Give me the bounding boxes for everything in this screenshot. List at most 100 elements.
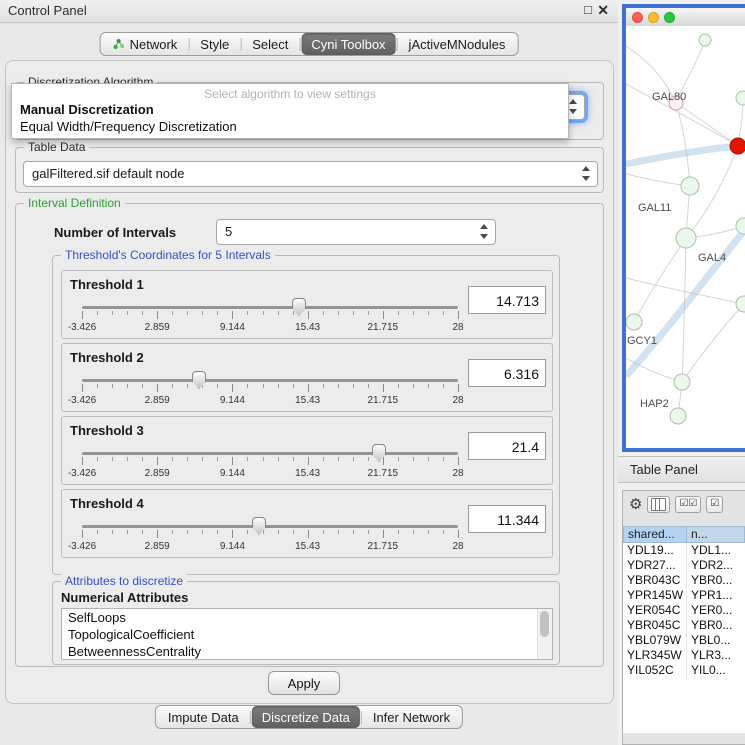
select-all-button[interactable]: ☑☑ xyxy=(675,496,701,513)
tab-label: Cyni Toolbox xyxy=(311,37,385,52)
cell-shared-name: YBR045C xyxy=(623,618,687,633)
tab-separator xyxy=(299,38,300,51)
network-node[interactable] xyxy=(730,138,745,154)
table-row[interactable]: YBR043CYBR0... xyxy=(623,573,745,588)
table-row[interactable]: YDR27...YDR2... xyxy=(623,558,745,573)
scale-label: 2.859 xyxy=(145,395,170,406)
table-row[interactable]: YLR345WYLR3... xyxy=(623,648,745,663)
attribute-list-item[interactable]: TopologicalCoefficient xyxy=(62,626,552,643)
scale-label: 9.144 xyxy=(220,395,245,406)
apply-button[interactable]: Apply xyxy=(268,671,340,695)
slider-track[interactable] xyxy=(82,379,458,382)
combo-stepper-icon[interactable] xyxy=(477,223,492,240)
threshold-value-field[interactable]: 6.316 xyxy=(468,359,546,387)
mac-zoom-button[interactable] xyxy=(664,12,675,23)
cell-name: YER0... xyxy=(687,603,745,618)
numerical-attributes-heading: Numerical Attributes xyxy=(61,590,188,605)
tab-label: Infer Network xyxy=(373,710,450,725)
table-panel-titlebar: Table Panel xyxy=(618,456,745,483)
network-node[interactable] xyxy=(674,374,690,390)
number-of-intervals-value: 5 xyxy=(225,224,232,239)
network-node[interactable] xyxy=(670,408,686,424)
number-of-intervals-combobox[interactable]: 5 xyxy=(216,219,496,245)
table-row[interactable]: YBR045CYBR0... xyxy=(623,618,745,633)
cell-name: YIL0... xyxy=(687,663,745,678)
threshold-panel-3: Threshold 3-3.4262.8599.14415.4321.71528… xyxy=(61,416,553,485)
tab-network[interactable]: Network xyxy=(103,33,188,55)
network-thick-edge xyxy=(626,146,738,164)
table-row[interactable]: YPR145WYPR1... xyxy=(623,588,745,603)
cell-shared-name: YDR27... xyxy=(623,558,687,573)
float-window-icon[interactable]: □ xyxy=(584,2,592,17)
threshold-value-field[interactable]: 21.4 xyxy=(468,432,546,460)
dropdown-option-manual-discretization[interactable]: Manual Discretization xyxy=(12,101,568,118)
network-node[interactable] xyxy=(699,34,711,46)
network-node[interactable] xyxy=(626,314,642,330)
tab-select[interactable]: Select xyxy=(242,33,298,55)
cell-shared-name: YPR145W xyxy=(623,588,687,603)
table-data-combobox[interactable]: galFiltered.sif default node xyxy=(23,161,598,187)
mac-minimize-button[interactable] xyxy=(648,12,659,23)
mac-close-button[interactable] xyxy=(632,12,643,23)
slider-ticks xyxy=(82,530,458,540)
table-row[interactable]: YER054CYER0... xyxy=(623,603,745,618)
algorithm-dropdown-popup: Select algorithm to view settings Manual… xyxy=(11,83,569,139)
combo-stepper-icon[interactable] xyxy=(579,165,594,182)
slider-track[interactable] xyxy=(82,525,458,528)
threshold-slider[interactable]: -3.4262.8599.14415.4321.71528 xyxy=(82,443,458,483)
interval-definition-title: Interval Definition xyxy=(24,196,125,210)
column-header-shared-name[interactable]: shared... xyxy=(623,526,687,543)
attribute-list-item[interactable]: SelfLoops xyxy=(62,609,552,626)
threshold-value-field[interactable]: 11.344 xyxy=(468,505,546,533)
tab-style[interactable]: Style xyxy=(190,33,239,55)
tab-label: Select xyxy=(252,37,288,52)
threshold-panel-4: Threshold 4-3.4262.8599.14415.4321.71528… xyxy=(61,489,553,558)
network-node[interactable] xyxy=(736,296,745,312)
cell-name: YBL0... xyxy=(687,633,745,648)
network-node[interactable] xyxy=(736,91,745,105)
cell-name: YBR0... xyxy=(687,618,745,633)
dropdown-option-equal-width-frequency[interactable]: Equal Width/Frequency Discretization xyxy=(12,118,568,135)
slider-ticks xyxy=(82,457,458,467)
threshold-value-field[interactable]: 14.713 xyxy=(468,286,546,314)
column-header-name[interactable]: n... xyxy=(687,526,745,543)
scrollbar-thumb[interactable] xyxy=(540,611,549,637)
threshold-slider[interactable]: -3.4262.8599.14415.4321.71528 xyxy=(82,370,458,410)
network-canvas[interactable]: GAL80GAL11GAL4GCY1HAP2 xyxy=(626,26,745,448)
thresholds-group: Threshold's Coordinates for 5 Intervals … xyxy=(52,255,560,575)
bottom-tab-infer-network[interactable]: Infer Network xyxy=(363,706,460,728)
node-label: GAL80 xyxy=(652,91,686,103)
control-panel-titlebar: Control Panel □ ✕ xyxy=(0,0,618,23)
table-mode-button[interactable] xyxy=(647,496,670,513)
table-row[interactable]: YIL052CYIL0... xyxy=(623,663,745,678)
attribute-list[interactable]: SelfLoopsTopologicalCoefficientBetweenne… xyxy=(61,608,553,660)
network-node[interactable] xyxy=(681,177,699,195)
slider-track[interactable] xyxy=(82,306,458,309)
attribute-list-item[interactable]: BetweennessCentrality xyxy=(62,643,552,660)
table-row[interactable]: YDL19...YDL1... xyxy=(623,543,745,558)
gear-icon[interactable]: ⚙ xyxy=(629,497,642,512)
checkbox-icon: ☑ xyxy=(710,499,719,509)
tab-cyni-toolbox[interactable]: Cyni Toolbox xyxy=(301,33,395,55)
threshold-label: Threshold 2 xyxy=(70,350,144,365)
bottom-tab-impute-data[interactable]: Impute Data xyxy=(158,706,249,728)
cell-name: YPR1... xyxy=(687,588,745,603)
threshold-slider[interactable]: -3.4262.8599.14415.4321.71528 xyxy=(82,516,458,556)
table-header-row: shared... n... xyxy=(623,526,745,543)
scale-label: 15.43 xyxy=(295,395,320,406)
table-row[interactable]: YBL079WYBL0... xyxy=(623,633,745,648)
network-node[interactable] xyxy=(676,228,696,248)
slider-track[interactable] xyxy=(82,452,458,455)
scale-label: 28 xyxy=(452,322,463,333)
vertical-scrollbar[interactable] xyxy=(537,609,552,659)
close-icon[interactable]: ✕ xyxy=(597,2,609,19)
threshold-slider[interactable]: -3.4262.8599.14415.4321.71528 xyxy=(82,297,458,337)
top-tab-bar: NetworkStyle Select Cyni Toolbox jActiveMNo… xyxy=(100,32,519,56)
clear-selection-button[interactable]: ☑ xyxy=(706,496,723,513)
bottom-tab-discretize-data[interactable]: Discretize Data xyxy=(252,706,360,728)
scale-label: -3.426 xyxy=(68,468,96,479)
cell-shared-name: YBR043C xyxy=(623,573,687,588)
tab-jactivemnodules[interactable]: jActiveMNodules xyxy=(399,33,516,55)
network-node[interactable] xyxy=(736,218,745,234)
cell-shared-name: YLR345W xyxy=(623,648,687,663)
